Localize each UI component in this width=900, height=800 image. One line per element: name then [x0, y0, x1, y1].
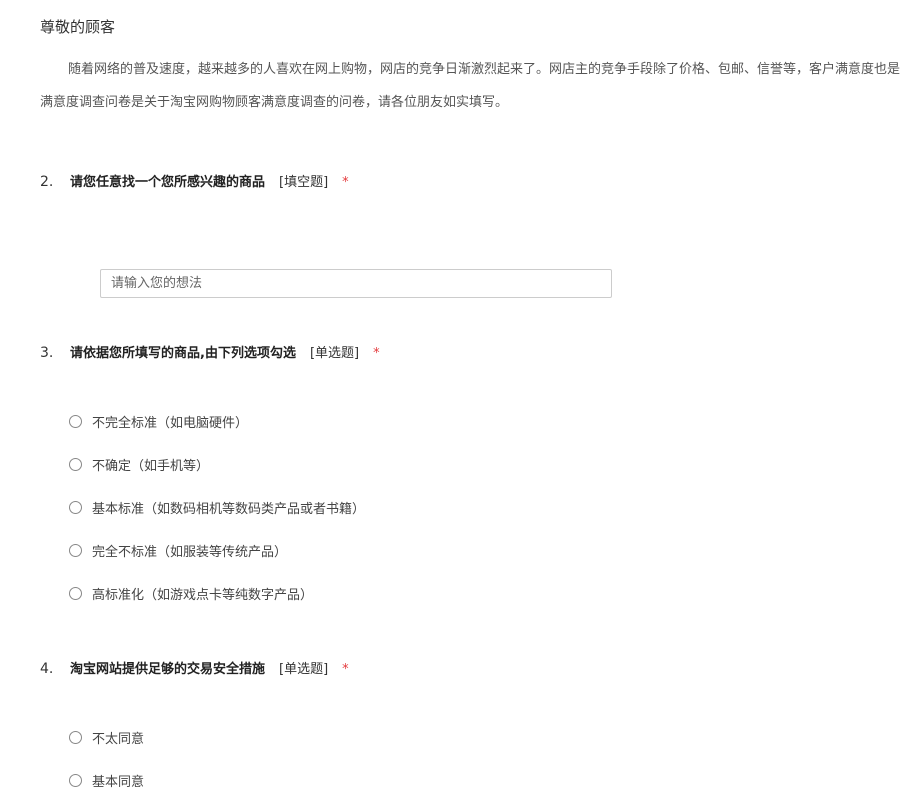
option-label: 基本标准（如数码相机等数码类产品或者书籍）: [92, 502, 366, 517]
option-label: 不太同意: [92, 732, 145, 747]
question-number: 2.: [40, 174, 54, 190]
required-marker: *: [373, 346, 380, 361]
intro-paragraph-line-1: 随着网络的普及速度，越来越多的人喜欢在网上购物，网店的竞争日渐激烈起来了。网店主…: [68, 62, 900, 77]
survey-page: 尊敬的顾客 随着网络的普及速度，越来越多的人喜欢在网上购物，网店的竞争日渐激烈起…: [0, 0, 900, 800]
option-label: 不确定（如手机等）: [92, 459, 210, 474]
question-type-tag: [填空题]: [279, 175, 329, 190]
radio-unchecked-icon[interactable]: [69, 415, 82, 428]
radio-unchecked-icon[interactable]: [69, 458, 82, 471]
radio-unchecked-icon[interactable]: [69, 731, 82, 744]
answer-text-input[interactable]: [100, 269, 612, 298]
question-4-header: 4. 淘宝网站提供足够的交易安全措施 [单选题] *: [40, 658, 349, 677]
required-marker: *: [342, 175, 349, 190]
question-number: 4.: [40, 661, 54, 677]
question-3-header: 3. 请依据您所填写的商品,由下列选项勾选 [单选题] *: [40, 342, 380, 361]
radio-unchecked-icon[interactable]: [69, 501, 82, 514]
radio-unchecked-icon[interactable]: [69, 774, 82, 787]
radio-option[interactable]: 不确定（如手机等）: [69, 455, 209, 474]
radio-option[interactable]: 基本标准（如数码相机等数码类产品或者书籍）: [69, 498, 365, 517]
radio-option[interactable]: 不太同意: [69, 728, 144, 747]
radio-option[interactable]: 完全不标准（如服装等传统产品）: [69, 541, 287, 560]
radio-unchecked-icon[interactable]: [69, 544, 82, 557]
radio-option[interactable]: 基本同意: [69, 771, 144, 790]
question-title: 请您任意找一个您所感兴趣的商品: [70, 175, 266, 190]
option-label: 基本同意: [92, 775, 145, 790]
radio-option[interactable]: 高标准化（如游戏点卡等纯数字产品）: [69, 584, 313, 603]
question-number: 3.: [40, 345, 54, 361]
radio-unchecked-icon[interactable]: [69, 587, 82, 600]
greeting-heading: 尊敬的顾客: [40, 18, 116, 36]
question-type-tag: [单选题]: [309, 346, 360, 361]
question-2-header: 2. 请您任意找一个您所感兴趣的商品 [填空题] *: [40, 171, 349, 190]
question-title: 请依据您所填写的商品,由下列选项勾选: [70, 346, 296, 361]
option-label: 高标准化（如游戏点卡等纯数字产品）: [92, 588, 314, 603]
option-label: 完全不标准（如服装等传统产品）: [92, 545, 288, 560]
question-title: 淘宝网站提供足够的交易安全措施: [70, 662, 266, 677]
question-type-tag: [单选题]: [279, 662, 329, 677]
radio-option[interactable]: 不完全标准（如电脑硬件）: [69, 412, 248, 431]
option-label: 不完全标准（如电脑硬件）: [92, 416, 249, 431]
required-marker: *: [342, 662, 349, 677]
intro-paragraph-line-2: 满意度调查问卷是关于淘宝网购物顾客满意度调查的问卷，请各位朋友如实填写。: [40, 95, 509, 110]
